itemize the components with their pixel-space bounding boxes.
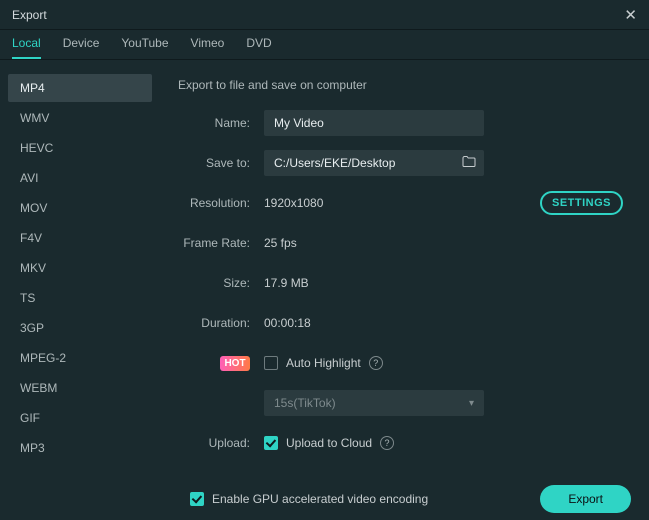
gpu-label: Enable GPU accelerated video encoding bbox=[212, 492, 428, 506]
frame-rate-value: 25 fps bbox=[264, 236, 297, 250]
size-value: 17.9 MB bbox=[264, 276, 309, 290]
label-duration: Duration: bbox=[178, 316, 264, 330]
export-tabs: Local Device YouTube Vimeo DVD bbox=[0, 30, 649, 60]
sidebar-item-3gp[interactable]: 3GP bbox=[8, 314, 152, 342]
export-button[interactable]: Export bbox=[540, 485, 631, 513]
hot-badge: HOT bbox=[220, 356, 250, 371]
label-resolution: Resolution: bbox=[178, 196, 264, 210]
preset-select-value: 15s(TikTok) bbox=[274, 396, 336, 410]
help-icon[interactable]: ? bbox=[369, 356, 383, 370]
sidebar-item-mp4[interactable]: MP4 bbox=[8, 74, 152, 102]
settings-button[interactable]: SETTINGS bbox=[540, 191, 623, 215]
close-icon[interactable]: ✕ bbox=[624, 6, 637, 24]
help-icon[interactable]: ? bbox=[380, 436, 394, 450]
chevron-down-icon: ▾ bbox=[469, 398, 474, 409]
label-size: Size: bbox=[178, 276, 264, 290]
auto-highlight-label: Auto Highlight bbox=[286, 356, 361, 370]
sidebar-item-avi[interactable]: AVI bbox=[8, 164, 152, 192]
format-sidebar: MP4 WMV HEVC AVI MOV F4V MKV TS 3GP MPEG… bbox=[0, 60, 160, 478]
sidebar-item-wmv[interactable]: WMV bbox=[8, 104, 152, 132]
sidebar-item-gif[interactable]: GIF bbox=[8, 404, 152, 432]
resolution-value: 1920x1080 bbox=[264, 196, 323, 210]
tab-local[interactable]: Local bbox=[12, 36, 41, 59]
label-name: Name: bbox=[178, 116, 264, 130]
auto-highlight-checkbox[interactable] bbox=[264, 356, 278, 370]
tab-youtube[interactable]: YouTube bbox=[121, 36, 168, 59]
sidebar-item-mov[interactable]: MOV bbox=[8, 194, 152, 222]
name-input[interactable] bbox=[264, 110, 484, 136]
folder-icon[interactable] bbox=[462, 156, 476, 171]
sidebar-item-hevc[interactable]: HEVC bbox=[8, 134, 152, 162]
save-path-input[interactable] bbox=[264, 150, 484, 176]
tab-device[interactable]: Device bbox=[63, 36, 100, 59]
gpu-checkbox[interactable] bbox=[190, 492, 204, 506]
label-frame-rate: Frame Rate: bbox=[178, 236, 264, 250]
label-upload: Upload: bbox=[178, 436, 264, 450]
footer-bar: Enable GPU accelerated video encoding Ex… bbox=[0, 478, 649, 520]
sidebar-item-mp3[interactable]: MP3 bbox=[8, 434, 152, 462]
sidebar-item-mpeg2[interactable]: MPEG-2 bbox=[8, 344, 152, 372]
export-settings-panel: Export to file and save on computer Name… bbox=[160, 60, 649, 478]
sidebar-item-webm[interactable]: WEBM bbox=[8, 374, 152, 402]
sidebar-item-ts[interactable]: TS bbox=[8, 284, 152, 312]
sidebar-item-mkv[interactable]: MKV bbox=[8, 254, 152, 282]
titlebar: Export ✕ bbox=[0, 0, 649, 30]
label-save-to: Save to: bbox=[178, 156, 264, 170]
tab-dvd[interactable]: DVD bbox=[246, 36, 271, 59]
sidebar-item-f4v[interactable]: F4V bbox=[8, 224, 152, 252]
section-title: Export to file and save on computer bbox=[178, 78, 623, 92]
window-title: Export bbox=[12, 8, 47, 22]
upload-cloud-label: Upload to Cloud bbox=[286, 436, 372, 450]
upload-cloud-checkbox[interactable] bbox=[264, 436, 278, 450]
tab-vimeo[interactable]: Vimeo bbox=[191, 36, 225, 59]
duration-value: 00:00:18 bbox=[264, 316, 311, 330]
preset-select[interactable]: 15s(TikTok) ▾ bbox=[264, 390, 484, 416]
